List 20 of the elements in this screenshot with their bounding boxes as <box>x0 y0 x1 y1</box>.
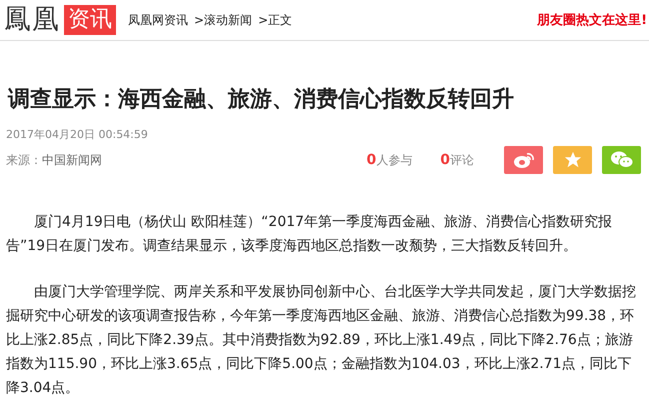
paragraph: 厦门4月19日电（杨伏山 欧阳桂莲）“2017年第一季度海西金融、旅游、消费信心指数研究报告”19日在厦门发布。调查结果显示，该季度海西地区总指数一改颓势，三大指数反转回升。 <box>6 213 614 256</box>
source-label: 来源： <box>6 152 42 168</box>
breadcrumb-link[interactable]: 凤凰网资讯 <box>128 12 188 28</box>
breadcrumb-link[interactable]: >正文 <box>258 12 292 28</box>
stat-count[interactable]: 0评论 <box>440 152 474 168</box>
breadcrumb-link[interactable]: >滚动新闻 <box>194 12 252 28</box>
source-name: 中国新闻网 <box>42 152 102 168</box>
stat-count[interactable]: 0人参与 <box>366 152 412 168</box>
promo-link[interactable]: 朋友圈热文在这里! <box>537 11 647 29</box>
section-logo[interactable]: 资讯 <box>64 5 116 35</box>
share-button[interactable] <box>602 146 641 174</box>
share-button[interactable] <box>504 146 543 174</box>
article-title: 调查显示：海西金融、旅游、消费信心指数反转回升 <box>6 86 515 114</box>
paragraph: 由厦门大学管理学院、两岸关系和平发展协同创新中心、台北医学大学共同发起，厦门大学数据挖掘研究中心研发的该项调查报告称，今年第一季度海西地区金融、旅游、消费信心总指数为99.38，环比上涨2.85点，同比下降2.39点。其中消费指数为92.89，环比上涨1.49点，同比下降2.76点；旅游指数为115.90，环比上涨3.65点，同比下降5.00点；金融指数为104.03，环比上涨2.71点，同比下降3.04点。 <box>6 283 637 398</box>
chat-bubbles-icon <box>610 150 634 170</box>
star-icon <box>564 151 582 169</box>
publish-date: 2017年04月20日 00:54:59 <box>6 127 149 142</box>
weibo-icon <box>512 151 534 169</box>
share-button[interactable] <box>553 146 592 174</box>
site-logo[interactable]: 鳳凰 <box>4 5 60 35</box>
